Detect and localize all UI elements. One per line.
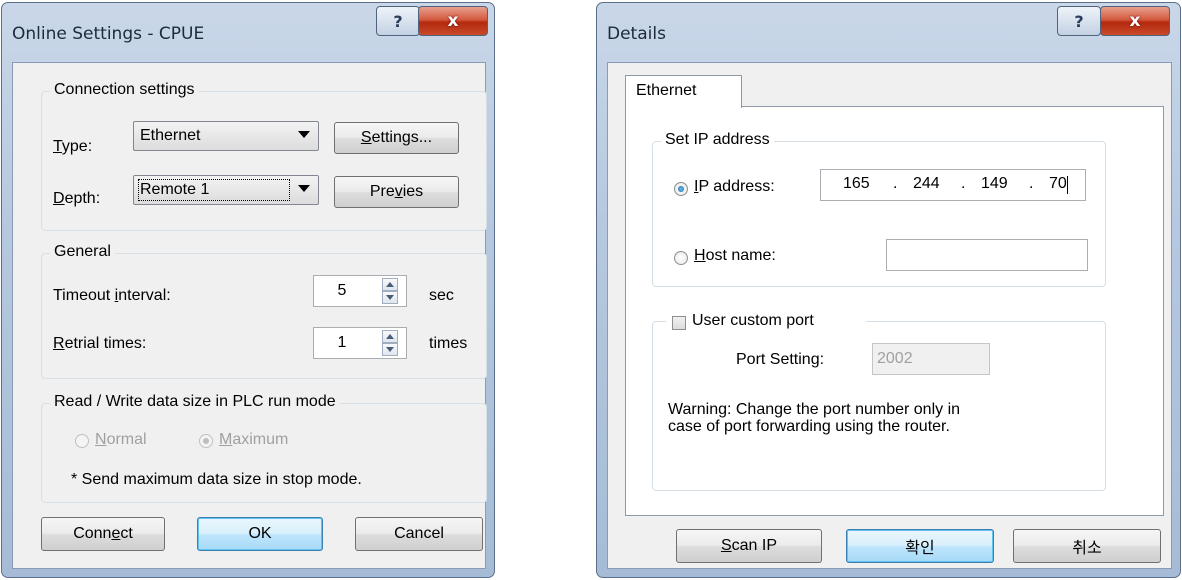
close-icon: x — [447, 11, 459, 31]
ip-dot: . — [893, 175, 898, 192]
title-bar[interactable]: Online Settings - CPUE ? x — [2, 3, 494, 63]
arrow-down-icon — [386, 295, 394, 300]
group-label: Read / Write data size in PLC run mode — [50, 393, 340, 411]
preview-button[interactable]: Pre v ies — [334, 176, 459, 208]
port-setting-field[interactable]: 2002 — [872, 343, 990, 375]
spin-down-button[interactable] — [382, 291, 398, 304]
window-title: Details — [607, 24, 666, 44]
warning-line-1: Warning: Change the port number only in — [668, 401, 961, 418]
depth-value: Remote 1 — [140, 181, 210, 198]
help-button[interactable]: ? — [376, 6, 420, 36]
scan-ip-button[interactable]: Scan IP — [676, 529, 822, 563]
details-dialog: Details ? x Ethernet Set IP address IP a… — [596, 2, 1181, 578]
settings-button[interactable]: Settings... — [334, 122, 459, 154]
cancel-button[interactable]: Cancel — [355, 517, 483, 551]
type-label: Type: — [53, 138, 93, 155]
tab-label: Ethernet — [636, 82, 697, 99]
ok-button[interactable]: OK — [197, 517, 323, 551]
host-name-radio[interactable] — [674, 251, 688, 265]
ip-octet-3: 149 — [981, 175, 1008, 192]
spin-down-button[interactable] — [382, 343, 398, 356]
port-setting-label: Port Setting: — [736, 351, 825, 368]
dialog-body: Connection settings Type: Ethernet Setti… — [12, 62, 487, 569]
arrow-down-icon — [386, 347, 394, 352]
normal-label: Normal — [95, 431, 147, 448]
host-name-field[interactable] — [886, 239, 1088, 271]
online-settings-dialog: Online Settings - CPUE ? x Connection se… — [1, 2, 495, 578]
chevron-down-icon — [298, 185, 310, 192]
ip-address-label: IP address: — [694, 178, 775, 195]
timeout-value: 5 — [337, 282, 347, 299]
depth-label: Depth: — [53, 190, 101, 207]
ip-address-field[interactable]: 165 . 244 . 149 . 70 — [820, 169, 1086, 201]
port-value: 2002 — [877, 350, 913, 367]
ip-octet-1: 165 — [843, 175, 870, 192]
maximum-label: Maximum — [219, 431, 289, 448]
connection-settings-group: Connection settings — [41, 81, 487, 231]
custom-port-label: User custom port — [692, 312, 814, 329]
ok-button[interactable]: 확인 — [846, 529, 994, 563]
depth-dropdown[interactable]: Remote 1 — [133, 175, 319, 205]
host-name-label: Host name: — [694, 247, 776, 264]
normal-radio[interactable] — [75, 434, 89, 448]
spin-up-button[interactable] — [382, 330, 398, 343]
ip-octet-2: 244 — [913, 175, 940, 192]
chevron-down-icon — [298, 131, 310, 138]
help-icon: ? — [393, 11, 403, 31]
maximum-radio[interactable] — [199, 434, 213, 448]
retrial-stepper[interactable]: 1 — [313, 327, 407, 359]
cancel-button[interactable]: 취소 — [1013, 529, 1161, 563]
group-label: Set IP address — [661, 131, 774, 149]
arrow-up-icon — [386, 334, 394, 339]
spin-up-button[interactable] — [382, 278, 398, 291]
timeout-stepper[interactable]: 5 — [313, 275, 407, 307]
ip-dot: . — [1029, 175, 1034, 192]
title-bar[interactable]: Details ? x — [597, 3, 1180, 63]
type-dropdown[interactable]: Ethernet — [133, 121, 319, 151]
group-label: Connection settings — [50, 81, 199, 99]
help-icon: ? — [1074, 11, 1084, 31]
retrial-value: 1 — [337, 334, 347, 351]
timeout-unit: sec — [429, 287, 454, 304]
timeout-label: Timeout interval: — [53, 287, 171, 304]
connect-button[interactable]: Conn e ct — [41, 517, 165, 551]
text-caret — [1067, 176, 1068, 194]
arrow-up-icon — [386, 282, 394, 287]
type-value: Ethernet — [140, 127, 201, 144]
retrial-label: Retrial times: — [53, 335, 147, 352]
group-label: General — [50, 243, 115, 261]
warning-line-2: case of port forwarding using the router… — [668, 418, 950, 435]
ip-octet-4: 70 — [1049, 175, 1067, 192]
rw-note: * Send maximum data size in stop mode. — [71, 471, 362, 488]
general-group: General — [41, 243, 487, 379]
ip-dot: . — [961, 175, 966, 192]
custom-port-checkbox[interactable] — [672, 316, 686, 330]
close-icon: x — [1129, 11, 1141, 31]
help-button[interactable]: ? — [1057, 6, 1101, 36]
dialog-body: Ethernet Set IP address IP address: 165 … — [607, 62, 1172, 569]
close-button[interactable]: x — [1100, 6, 1170, 36]
ip-address-radio[interactable] — [674, 182, 688, 196]
window-title: Online Settings - CPUE — [12, 24, 205, 44]
tab-ethernet[interactable]: Ethernet — [625, 75, 742, 108]
retrial-unit: times — [429, 335, 468, 352]
close-button[interactable]: x — [418, 6, 488, 36]
